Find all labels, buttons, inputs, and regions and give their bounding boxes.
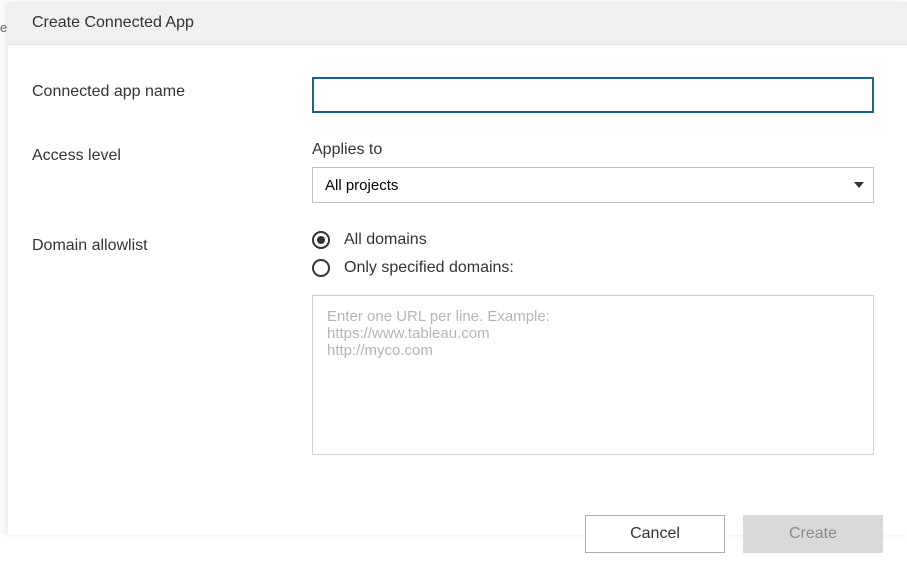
dialog-footer: Cancel Create [8, 515, 907, 569]
applies-to-select[interactable]: All projects [312, 167, 874, 203]
label-domain-allowlist: Domain allowlist [32, 231, 312, 255]
label-access-level: Access level [32, 141, 312, 165]
radio-label-only-domains: Only specified domains: [344, 259, 514, 277]
field-access-level: Applies to All projects [312, 141, 874, 203]
domain-allowlist-textarea[interactable] [312, 295, 874, 455]
field-domain-allowlist: All domains Only specified domains: [312, 231, 874, 459]
radio-only-specified-domains[interactable]: Only specified domains: [312, 259, 874, 277]
label-applies-to: Applies to [312, 141, 874, 159]
connected-app-name-input[interactable] [312, 77, 874, 113]
dialog-title: Create Connected App [8, 2, 907, 45]
radio-icon [312, 259, 330, 277]
create-button[interactable]: Create [743, 515, 883, 553]
background-fragment: e [0, 0, 8, 535]
row-app-name: Connected app name [32, 77, 883, 113]
dialog-body: Connected app name Access level Applies … [8, 45, 907, 503]
row-domain-allowlist: Domain allowlist All domains Only specif… [32, 231, 883, 459]
create-connected-app-dialog: Create Connected App Connected app name … [8, 2, 907, 535]
radio-dot-icon [317, 236, 325, 244]
field-app-name [312, 77, 874, 113]
cancel-button[interactable]: Cancel [585, 515, 725, 553]
label-app-name: Connected app name [32, 77, 312, 101]
row-access-level: Access level Applies to All projects [32, 141, 883, 203]
radio-all-domains[interactable]: All domains [312, 231, 874, 249]
radio-icon [312, 231, 330, 249]
background-fragment-text: e [0, 20, 7, 35]
radio-label-all-domains: All domains [344, 231, 427, 249]
applies-to-select-wrap: All projects [312, 167, 874, 203]
